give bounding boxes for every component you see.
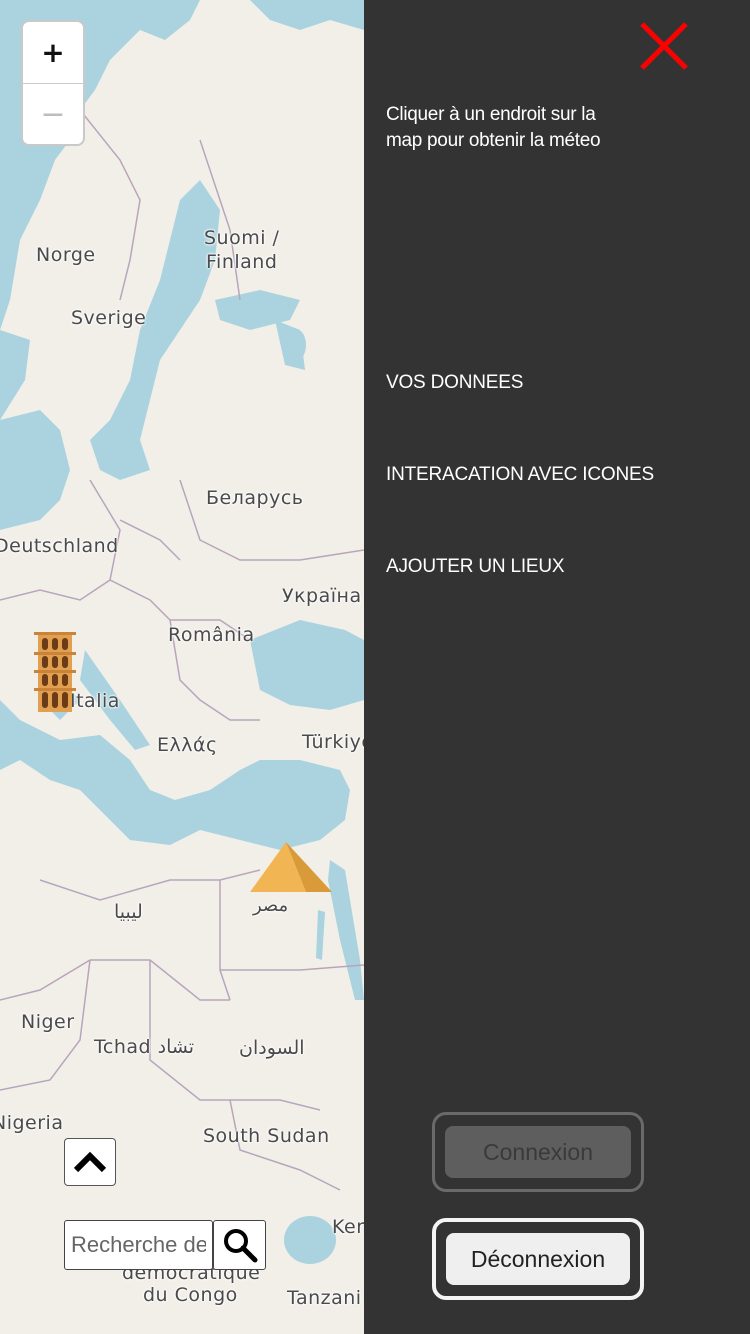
zoom-in-button[interactable]: + [23,22,83,84]
zoom-out-button[interactable]: − [23,84,83,145]
colosseum-icon[interactable] [32,632,78,712]
map-label-finland: Finland [206,251,278,273]
map-label-ukraine: Україна [282,585,362,607]
side-panel: Cliquer à un endroit sur la map pour obt… [364,0,750,1334]
map-view[interactable]: Norge Suomi / Finland Sverige Беларусь D… [0,0,364,1334]
search-icon [223,1229,257,1263]
map-label-niger: Niger [21,1011,75,1033]
expand-up-button[interactable] [64,1138,116,1186]
map-label-belarus: Беларусь [206,487,304,509]
deconnexion-button[interactable]: Déconnexion [446,1233,630,1285]
search-button[interactable] [213,1220,266,1270]
connexion-button[interactable]: Connexion [445,1126,631,1178]
map-label-germany: Deutschland [0,535,119,557]
map-label-nigeria: Nigeria [0,1112,64,1134]
map-label-romania: România [168,624,255,646]
map-label-sudan: السودان [239,1037,305,1059]
map-label-drc-line2: du Congo [143,1284,238,1306]
map-label-tanzania: Tanzani [287,1287,362,1309]
search-input[interactable] [64,1220,213,1270]
menu-item-ajouter-lieu[interactable]: AJOUTER UN LIEUX [386,556,565,578]
map-label-egypt: مصر [253,895,289,916]
zoom-control: + − [21,20,85,146]
weather-hint-text: Cliquer à un endroit sur la map pour obt… [386,104,601,151]
close-icon [640,22,688,70]
close-button[interactable] [638,20,690,72]
map-label-greece: Ελλάς [157,734,218,756]
map-label-suomi: Suomi / [204,227,280,249]
map-label-norway: Norge [36,244,96,266]
map-label-sweden: Sverige [71,307,147,329]
menu-item-interaction-icones[interactable]: INTERACATION AVEC ICONES [386,464,654,486]
connexion-button-frame: Connexion [432,1112,644,1192]
pyramid-icon[interactable] [250,842,332,894]
deconnexion-button-frame: Déconnexion [432,1218,644,1300]
menu-item-vos-donnees[interactable]: VOS DONNEES [386,372,523,394]
map-label-south-sudan: South Sudan [203,1125,330,1147]
map-label-turkey: Türkiye [302,731,364,753]
map-label-kenya: Ker [332,1216,364,1238]
chevron-up-icon [73,1151,107,1173]
map-label-libya: ليبيا [114,901,143,923]
map-label-chad: Tchad تشاد [94,1036,195,1058]
